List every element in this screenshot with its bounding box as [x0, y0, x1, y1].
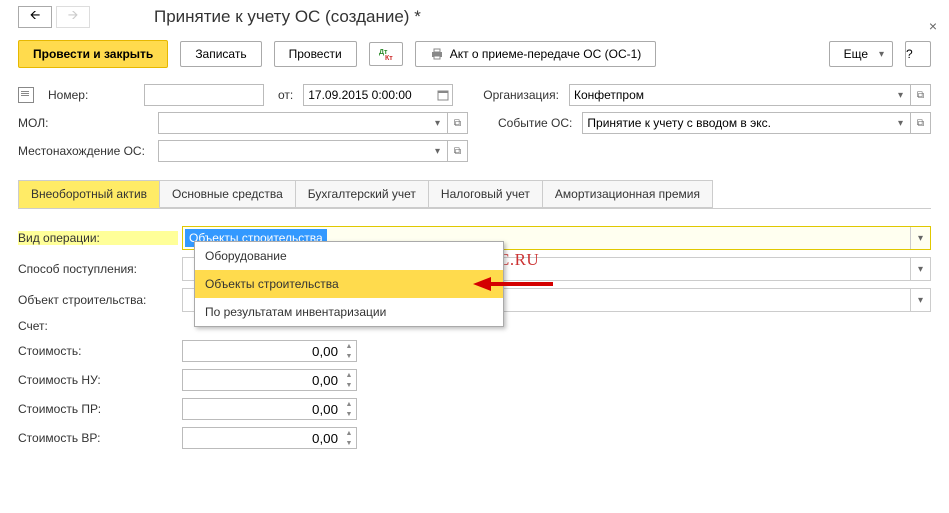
tab-depreciation-bonus[interactable]: Амортизационная премия [542, 180, 713, 208]
mol-dropdown-button[interactable]: ▾ [428, 112, 448, 134]
calendar-button[interactable] [433, 84, 453, 106]
cost-pr-label: Стоимость ПР: [18, 402, 178, 416]
cost-label: Стоимость: [18, 344, 178, 358]
cost-pr-field[interactable] [182, 398, 357, 420]
forward-button: 🡪 [56, 6, 90, 28]
tab-noncurrent-asset[interactable]: Внеоборотный актив [18, 180, 160, 208]
date-field[interactable] [303, 84, 433, 106]
from-label: от: [278, 88, 293, 102]
help-button[interactable]: ? [905, 41, 931, 67]
cost-nu-spin-up[interactable]: ▲ [342, 370, 356, 380]
org-dropdown-button[interactable]: ▾ [891, 84, 911, 106]
op-type-dropdown-list: Оборудование Объекты строительства По ре… [194, 241, 504, 327]
cost-field[interactable] [182, 340, 357, 362]
event-dropdown-button[interactable]: ▾ [891, 112, 911, 134]
back-button[interactable]: 🡨 [18, 6, 52, 28]
dtkt-icon: Дт Кт [378, 47, 394, 61]
mol-field[interactable] [158, 112, 428, 134]
print-act-button[interactable]: Акт о приеме-передаче ОС (ОС-1) [415, 41, 657, 67]
tab-tax[interactable]: Налоговый учет [428, 180, 543, 208]
cost-nu-spin-down[interactable]: ▼ [342, 380, 356, 390]
construction-object-dropdown-button[interactable]: ▾ [910, 289, 930, 311]
op-type-dropdown-button[interactable]: ▾ [910, 227, 930, 249]
tab-fixed-assets[interactable]: Основные средства [159, 180, 296, 208]
page-title: Принятие к учету ОС (создание) * [154, 7, 421, 27]
post-button[interactable]: Провести [274, 41, 357, 67]
event-field[interactable] [582, 112, 891, 134]
mol-label: МОЛ: [18, 116, 148, 130]
cost-pr-spin-up[interactable]: ▲ [342, 399, 356, 409]
event-open-button[interactable]: ⧉ [911, 112, 931, 134]
tab-accounting[interactable]: Бухгалтерский учет [295, 180, 429, 208]
mol-open-button[interactable]: ⧉ [448, 112, 468, 134]
calendar-icon [437, 89, 449, 101]
cost-vr-spin-up[interactable]: ▲ [342, 428, 356, 438]
tabs: Внеоборотный актив Основные средства Бух… [0, 180, 949, 208]
print-icon [430, 47, 444, 61]
number-field[interactable] [144, 84, 264, 106]
option-inventory-results[interactable]: По результатам инвентаризации [195, 298, 503, 326]
cost-pr-spin-down[interactable]: ▼ [342, 409, 356, 419]
save-button[interactable]: Записать [180, 41, 261, 67]
receipt-dropdown-button[interactable]: ▾ [910, 258, 930, 280]
svg-text:Кт: Кт [385, 55, 393, 61]
construction-object-label: Объект строительства: [18, 293, 178, 307]
option-construction-objects[interactable]: Объекты строительства [195, 270, 503, 298]
cost-vr-label: Стоимость ВР: [18, 431, 178, 445]
org-open-button[interactable]: ⧉ [911, 84, 931, 106]
print-act-label: Акт о приеме-передаче ОС (ОС-1) [450, 47, 642, 61]
cost-vr-spin-down[interactable]: ▼ [342, 438, 356, 448]
more-button[interactable]: Еще [829, 41, 893, 67]
cost-spin-up[interactable]: ▲ [342, 341, 356, 351]
document-icon [18, 87, 34, 103]
receipt-label: Способ поступления: [18, 262, 178, 276]
org-label: Организация: [483, 88, 559, 102]
account-label: Счет: [18, 319, 178, 333]
event-label: Событие ОС: [498, 116, 572, 130]
dtkt-button[interactable]: Дт Кт [369, 42, 403, 66]
close-icon[interactable]: × [929, 18, 937, 34]
location-field[interactable] [158, 140, 428, 162]
org-field[interactable] [569, 84, 891, 106]
location-dropdown-button[interactable]: ▾ [428, 140, 448, 162]
cost-nu-label: Стоимость НУ: [18, 373, 178, 387]
post-and-close-button[interactable]: Провести и закрыть [18, 40, 168, 68]
option-construction-objects-label: Объекты строительства [205, 277, 339, 291]
location-label: Местонахождение ОС: [18, 144, 148, 158]
location-open-button[interactable]: ⧉ [448, 140, 468, 162]
cost-vr-field[interactable] [182, 427, 357, 449]
number-label: Номер: [48, 88, 134, 102]
cost-spin-down[interactable]: ▼ [342, 351, 356, 361]
cost-nu-field[interactable] [182, 369, 357, 391]
op-type-label: Вид операции: [18, 231, 178, 245]
option-equipment[interactable]: Оборудование [195, 242, 503, 270]
